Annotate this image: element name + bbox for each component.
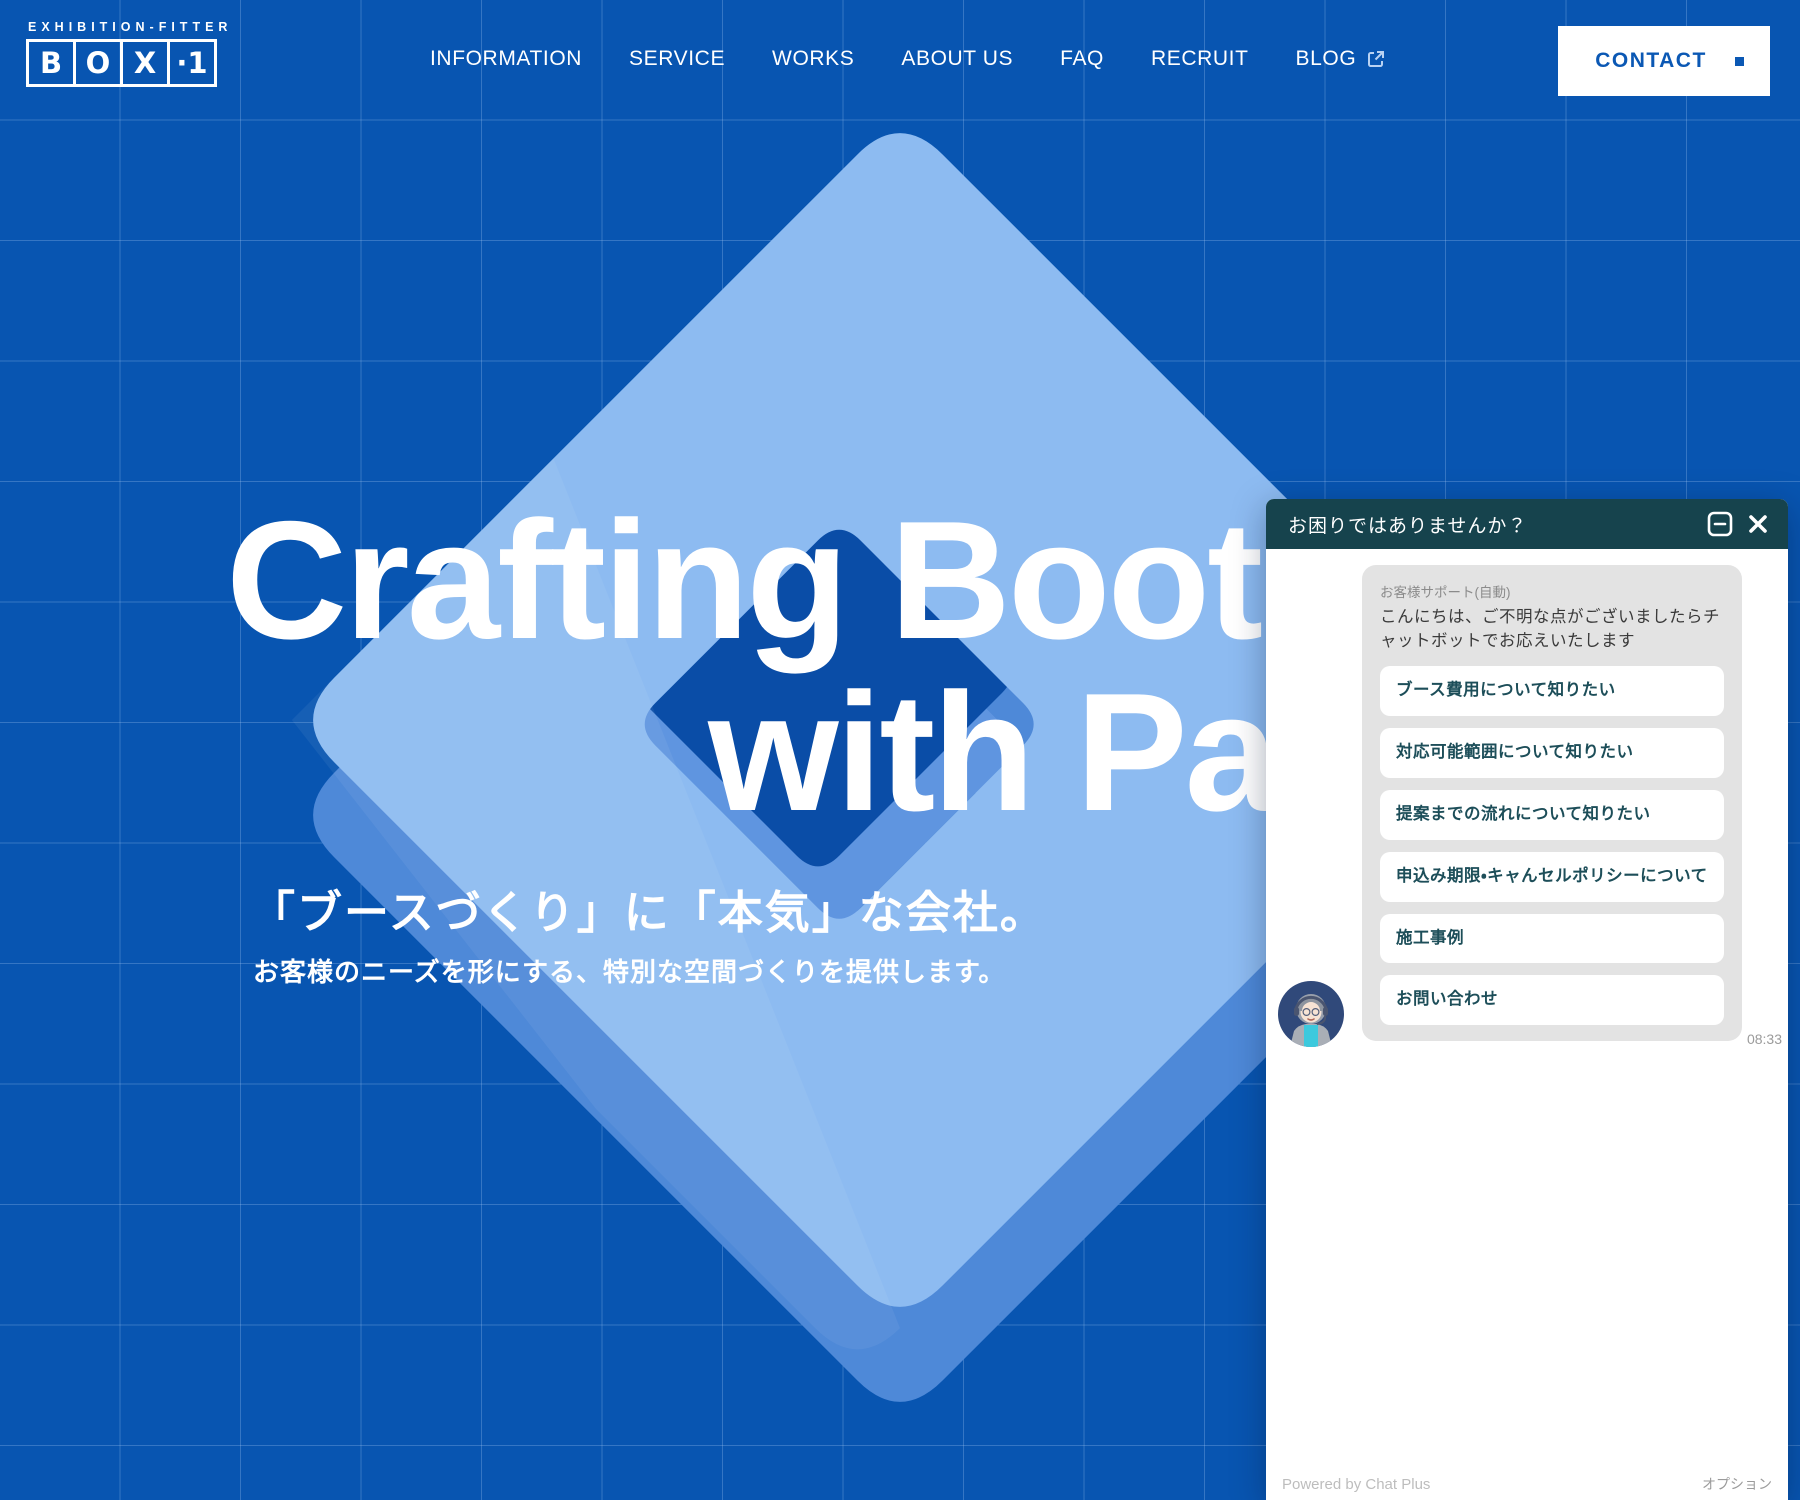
quick-reply-button[interactable]: 対応可能範囲について知りたい [1380, 728, 1724, 778]
quick-replies: ブース費用について知りたい対応可能範囲について知りたい提案までの流れについて知り… [1380, 666, 1724, 1026]
quick-reply-button[interactable]: お問い合わせ [1380, 975, 1724, 1025]
nav-item-blog[interactable]: BLOG [1296, 47, 1387, 71]
hero-subheading: 「ブースづくり」に「本気」な会社。 [250, 876, 1047, 941]
quick-reply-button[interactable]: 施工事例 [1380, 914, 1724, 964]
logo-box-glyph: B [26, 39, 76, 87]
site-header: EXHIBITION-FITTER BOX·1 INFORMATION SERVI… [0, 0, 1800, 118]
logo-box-glyph: X [120, 39, 170, 87]
chat-body: お客様サポート(自動) こんにちは、ご不明な点がございましたらチャットボットでお… [1266, 549, 1788, 1500]
chat-header: お困りではありませんか？ [1266, 499, 1788, 549]
nav-item-works[interactable]: WORKS [772, 47, 854, 71]
chat-footer: Powered by Chat Plus オプション [1266, 1474, 1788, 1494]
support-agent-avatar [1278, 981, 1344, 1047]
chat-widget: お困りではありませんか？ お客様サポート(自動) こんにちは、ご不明な点がござい… [1266, 499, 1788, 1500]
bot-message-text: こんにちは、ご不明な点がございましたらチャットボットでお応えいたします [1380, 606, 1724, 654]
quick-reply-button[interactable]: ブース費用について知りたい [1380, 666, 1724, 716]
bot-message-bubble: お客様サポート(自動) こんにちは、ご不明な点がございましたらチャットボットでお… [1362, 565, 1742, 1041]
bot-message-label: お客様サポート(自動) [1380, 581, 1724, 601]
nav-item-service[interactable]: SERVICE [629, 47, 725, 71]
contact-square-icon [1735, 57, 1744, 66]
nav-item-about-us[interactable]: ABOUT US [901, 47, 1013, 71]
powered-by-link[interactable]: Powered by Chat Plus [1282, 1476, 1430, 1493]
close-icon[interactable] [1742, 508, 1774, 540]
nav-item-label: SERVICE [629, 47, 725, 71]
chat-timestamp: 08:33 [1747, 1031, 1782, 1047]
contact-button-label: CONTACT [1595, 49, 1707, 73]
chat-title: お困りではありませんか？ [1288, 511, 1698, 538]
nav-item-label: FAQ [1060, 47, 1104, 71]
nav-item-label: RECRUIT [1151, 47, 1249, 71]
main-nav: INFORMATION SERVICE WORKS ABOUT US FAQ RECRUI… [430, 0, 1386, 118]
nav-item-label: BLOG [1296, 47, 1357, 71]
nav-item-label: ABOUT US [901, 47, 1013, 71]
nav-item-label: WORKS [772, 47, 854, 71]
logo-tagline: EXHIBITION-FITTER [28, 20, 232, 34]
contact-button[interactable]: CONTACT [1558, 26, 1770, 96]
hero-description: お客様のニーズを形にする、特別な空間づくりを提供します。 [253, 952, 1005, 989]
minimize-icon[interactable] [1704, 508, 1736, 540]
quick-reply-button[interactable]: 申込み期限・キャんセルポリシーについて [1380, 852, 1724, 902]
logo-boxes: BOX·1 [26, 39, 232, 87]
nav-item-information[interactable]: INFORMATION [430, 47, 582, 71]
quick-reply-button[interactable]: 提案までの流れについて知りたい [1380, 790, 1724, 840]
site-logo[interactable]: EXHIBITION-FITTER BOX·1 [26, 20, 232, 87]
logo-box-glyph: ·1 [167, 39, 217, 87]
nav-item-faq[interactable]: FAQ [1060, 47, 1104, 71]
logo-box-glyph: O [73, 39, 123, 87]
external-link-icon [1366, 49, 1386, 69]
nav-item-recruit[interactable]: RECRUIT [1151, 47, 1249, 71]
nav-item-label: INFORMATION [430, 47, 582, 71]
options-link[interactable]: オプション [1702, 1474, 1772, 1494]
